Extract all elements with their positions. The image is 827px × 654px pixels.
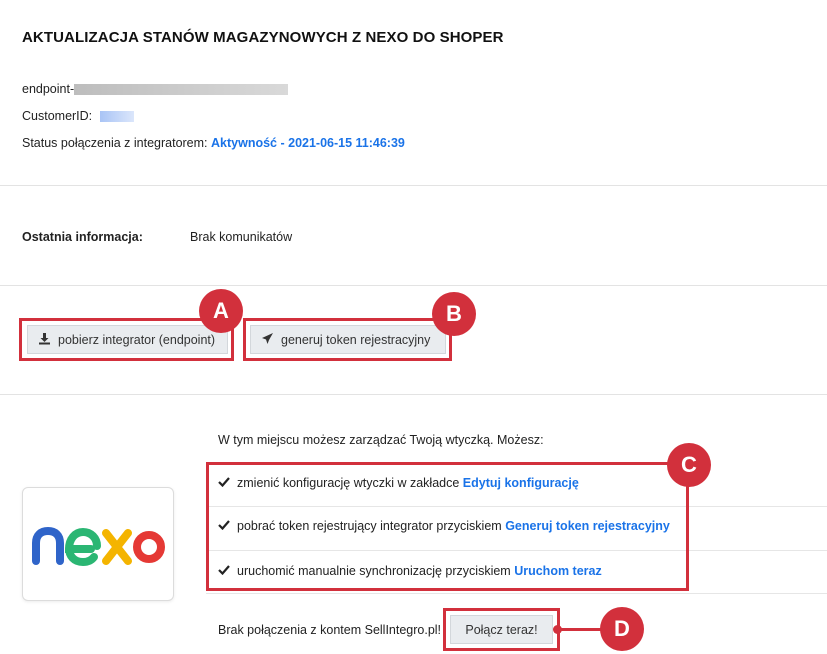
annotation-badge-a: A (199, 289, 243, 333)
nexo-logo (22, 487, 174, 601)
last-info-label: Ostatnia informacja: (22, 230, 143, 244)
connector-dot (553, 625, 562, 634)
customer-redacted (99, 111, 134, 123)
highlight-c (206, 462, 689, 591)
customer-label: CustomerID: (22, 109, 93, 123)
endpoint-row: endpoint- (22, 82, 289, 96)
highlight-a (19, 318, 234, 361)
no-connection-text: Brak połączenia z kontem SellIntegro.pl! (218, 623, 442, 637)
status-label: Status połączenia z integratorem: (22, 136, 208, 150)
divider (0, 394, 827, 395)
customer-row: CustomerID: (22, 109, 134, 123)
highlight-b (243, 318, 452, 361)
connector-line (560, 628, 602, 631)
highlight-d (443, 608, 560, 651)
annotation-badge-c: C (667, 443, 711, 487)
endpoint-redacted (74, 84, 289, 96)
status-value: Aktywność - 2021-06-15 11:46:39 (211, 136, 405, 150)
endpoint-label: endpoint- (22, 82, 75, 96)
status-row: Status połączenia z integratorem: Aktywn… (22, 136, 405, 150)
page-title: AKTUALIZACJA STANÓW MAGAZYNOWYCH Z NEXO … (22, 29, 504, 46)
annotation-badge-d: D (600, 607, 644, 651)
divider (0, 185, 827, 186)
annotation-badge-b: B (432, 292, 476, 336)
divider (206, 593, 827, 594)
last-info-value: Brak komunikatów (190, 230, 293, 244)
nexo-logo-mark (32, 526, 165, 567)
plugin-intro: W tym miejscu możesz zarządzać Twoją wty… (218, 433, 544, 447)
divider (0, 285, 827, 286)
